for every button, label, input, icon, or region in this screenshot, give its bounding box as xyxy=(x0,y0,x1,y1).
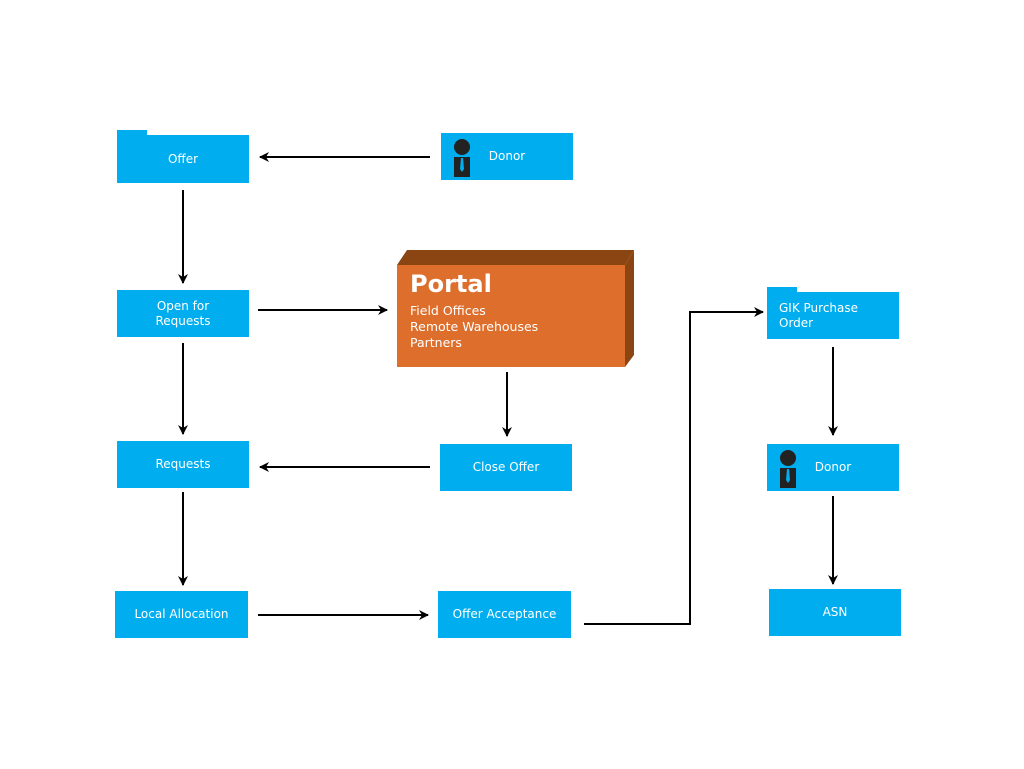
node-offer[interactable]: Offer xyxy=(117,135,249,183)
node-donor-top-label: Donor xyxy=(488,149,526,163)
node-offer-acceptance-label: Offer Acceptance xyxy=(452,607,557,621)
node-close-offer[interactable]: Close Offer xyxy=(440,444,572,491)
portal-item: Field Offices xyxy=(410,303,486,318)
connectors xyxy=(178,152,838,625)
person-with-tie-icon xyxy=(454,139,470,177)
node-open-for-requests-label: Open for Requests xyxy=(155,298,211,328)
node-local-allocation[interactable]: Local Allocation xyxy=(115,591,248,638)
portal-item: Partners xyxy=(410,335,462,350)
person-with-tie-icon xyxy=(780,450,796,488)
node-offer-acceptance[interactable]: Offer Acceptance xyxy=(438,591,571,638)
node-requests[interactable]: Requests xyxy=(117,441,249,488)
node-local-allocation-label: Local Allocation xyxy=(134,607,229,621)
portal-title: Portal xyxy=(410,270,492,298)
portal-item: Remote Warehouses xyxy=(410,319,539,334)
node-donor-top[interactable]: Donor xyxy=(441,133,573,180)
node-open-for-requests[interactable]: Open for Requests xyxy=(117,290,249,337)
node-gik-purchase-order[interactable]: GIK Purchase Order xyxy=(767,292,899,339)
node-offer-label: Offer xyxy=(167,151,199,166)
node-close-offer-label: Close Offer xyxy=(472,460,540,474)
node-donor-right-label: Donor xyxy=(814,460,852,474)
node-asn[interactable]: ASN xyxy=(769,589,901,636)
portal-items: Field Offices Remote Warehouses Partners xyxy=(410,303,538,351)
node-donor-right[interactable]: Donor xyxy=(767,444,899,491)
portal-block[interactable]: Portal Field Offices Remote Warehouses P… xyxy=(397,250,637,367)
node-gik-purchase-order-label: GIK Purchase Order xyxy=(779,300,859,330)
node-asn-label: ASN xyxy=(822,605,848,619)
node-requests-label: Requests xyxy=(155,457,211,471)
